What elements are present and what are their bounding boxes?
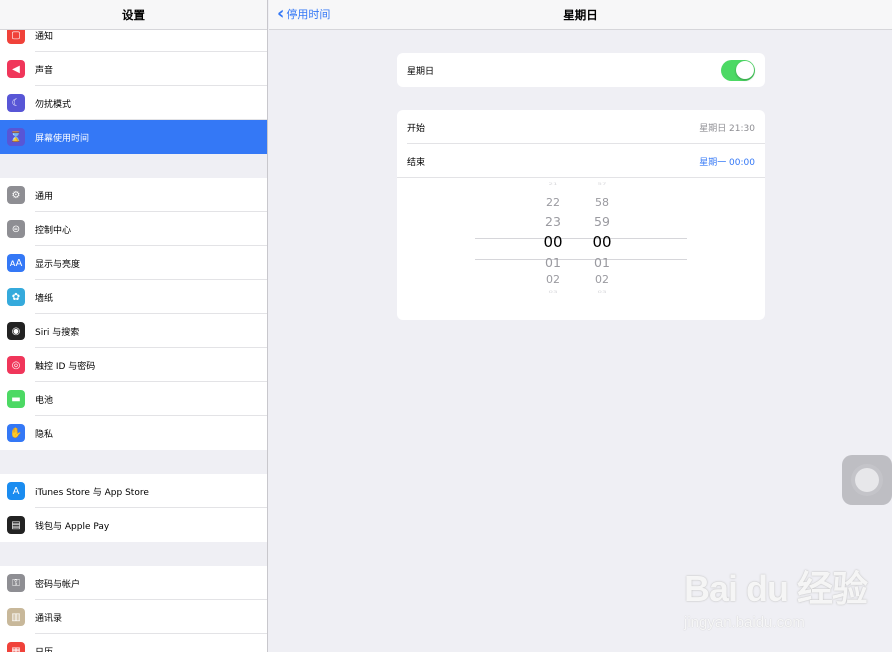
flower-icon: ✿: [7, 288, 25, 306]
app-store-icon: A: [7, 482, 25, 500]
day-toggle-switch[interactable]: [721, 59, 755, 81]
detail-header: ‹ 停用时间 星期日: [269, 0, 892, 30]
sidebar-item[interactable]: ⌛ 屏幕使用时间: [0, 120, 267, 154]
time-picker[interactable]: 21 22 23 00 01 02 03 57 58 59 00 01 02 03: [397, 182, 765, 314]
minute-option[interactable]: 58: [582, 196, 622, 209]
end-value: 星期一 00:00: [699, 157, 755, 168]
sidebar-item[interactable]: ◉ Siri 与搜索: [0, 314, 267, 348]
sidebar-item[interactable]: ⚿ 密码与帐户: [0, 566, 267, 600]
sidebar-item-label: Siri 与搜索: [35, 327, 80, 338]
minute-option[interactable]: 03: [582, 290, 622, 294]
sidebar-item-label: 电池: [35, 395, 54, 406]
sidebar-item[interactable]: ▬ 电池: [0, 382, 267, 416]
start-row[interactable]: 开始 星期日 21:30: [397, 110, 765, 144]
sidebar-item[interactable]: ✿ 墙纸: [0, 280, 267, 314]
sidebar-item[interactable]: ▥ 通讯录: [0, 600, 267, 634]
hour-option[interactable]: 23: [533, 214, 573, 229]
sidebar-item[interactable]: ⚙ 通用: [0, 178, 267, 212]
sidebar-item-label: 控制中心: [35, 225, 72, 236]
settings-group: AiTunes Store 与 App Store ▤ 钱包与 Apple Pay: [0, 474, 267, 542]
settings-group: ⚿ 密码与帐户 ▥ 通讯录 ▦ 日历: [0, 566, 267, 652]
hourglass-icon: ⌛: [7, 128, 25, 146]
sidebar-item-label: 密码与帐户: [35, 579, 81, 590]
day-toggle-label: 星期日: [407, 66, 435, 77]
sidebar-item[interactable]: ◀ 声音: [0, 52, 267, 86]
sidebar-header: 设置: [0, 0, 267, 30]
sidebar-item-label: 通讯录: [35, 613, 63, 624]
sidebar-item-label: 显示与亮度: [35, 259, 81, 270]
sidebar-item-label: iTunes Store 与 App Store: [35, 487, 149, 498]
minute-option[interactable]: 59: [582, 214, 622, 229]
battery-icon: ▬: [7, 390, 25, 408]
calendar-icon: ▦: [7, 642, 25, 652]
detail-pane: ‹ 停用时间 星期日 星期日 开始 星期日 21:30 结束 星期一 00:00…: [269, 0, 892, 652]
sidebar-item[interactable]: ▤ 钱包与 Apple Pay: [0, 508, 267, 542]
start-value: 星期日 21:30: [699, 123, 755, 134]
settings-sidebar: ▢ 通知 ◀ 声音 ☾ 勿扰模式 ⌛ 屏幕使用时间 ⚙ 通用 ⊜ 控制中心 ᴀA 显示与亮度 ✿ 墙纸 ◉ Sir…: [0, 0, 268, 652]
sidebar-item[interactable]: ▦ 日历: [0, 634, 267, 652]
sidebar-item-label: 勿扰模式: [35, 99, 72, 110]
minute-option[interactable]: 00: [582, 233, 622, 251]
settings-group: ▢ 通知 ◀ 声音 ☾ 勿扰模式 ⌛ 屏幕使用时间: [0, 18, 267, 154]
toggle-knob: [735, 61, 754, 79]
minute-option[interactable]: 57: [582, 182, 622, 186]
switches-icon: ⊜: [7, 220, 25, 238]
hour-option[interactable]: 21: [533, 182, 573, 186]
sidebar-title: 设置: [122, 7, 145, 22]
assistive-touch-icon: [855, 468, 879, 492]
end-row[interactable]: 结束 星期一 00:00: [397, 144, 765, 178]
sidebar-item[interactable]: ⊜ 控制中心: [0, 212, 267, 246]
fingerprint-icon: ◎: [7, 356, 25, 374]
siri-icon: ◉: [7, 322, 25, 340]
sidebar-item-label: 屏幕使用时间: [35, 133, 90, 144]
sidebar-item[interactable]: AiTunes Store 与 App Store: [0, 474, 267, 508]
picker-selection-band: [475, 238, 687, 260]
watermark-site: jingyan.baidu.com: [684, 614, 805, 631]
page-title: 星期日: [563, 8, 598, 22]
key-icon: ⚿: [7, 574, 25, 592]
contacts-icon: ▥: [7, 608, 25, 626]
sidebar-item-label: 触控 ID 与密码: [35, 361, 96, 372]
settings-list: ▢ 通知 ◀ 声音 ☾ 勿扰模式 ⌛ 屏幕使用时间 ⚙ 通用 ⊜ 控制中心 ᴀA 显示与亮度 ✿ 墙纸 ◉ Sir…: [0, 18, 267, 652]
sidebar-item[interactable]: ✋ 隐私: [0, 416, 267, 450]
minute-option[interactable]: 02: [582, 273, 622, 286]
sidebar-item-label: 钱包与 Apple Pay: [35, 521, 110, 532]
text-size-icon: ᴀA: [7, 254, 25, 272]
sidebar-item-label: 声音: [35, 65, 54, 76]
sidebar-item[interactable]: ☾ 勿扰模式: [0, 86, 267, 120]
speaker-icon: ◀: [7, 60, 25, 78]
sidebar-item-label: 隐私: [35, 429, 54, 440]
sidebar-item-label: 通知: [35, 31, 54, 42]
time-range-card: 开始 星期日 21:30 结束 星期一 00:00 21 22 23 00 01 02 03…: [397, 110, 765, 320]
day-toggle-card: 星期日: [397, 53, 765, 87]
sidebar-item-label: 通用: [35, 191, 54, 202]
hour-option[interactable]: 00: [533, 233, 573, 251]
watermark-brand: Bai du 经验: [684, 568, 868, 609]
day-toggle-row: 星期日: [397, 53, 765, 87]
hour-option[interactable]: 22: [533, 196, 573, 209]
gear-icon: ⚙: [7, 186, 25, 204]
watermark: Bai du 经验 jingyan.baidu.com: [684, 560, 884, 635]
sidebar-item-label: 墙纸: [35, 293, 54, 304]
sidebar-item[interactable]: ◎ 触控 ID 与密码: [0, 348, 267, 382]
hand-icon: ✋: [7, 424, 25, 442]
start-label: 开始: [407, 123, 426, 134]
hour-option[interactable]: 01: [533, 255, 573, 270]
end-label: 结束: [407, 157, 426, 168]
sidebar-item-label: 日历: [35, 645, 53, 652]
hour-option[interactable]: 02: [533, 273, 573, 286]
minute-option[interactable]: 01: [582, 255, 622, 270]
hour-option[interactable]: 03: [533, 290, 573, 294]
wallet-icon: ▤: [7, 516, 25, 534]
assistive-touch-button[interactable]: [842, 455, 892, 505]
moon-icon: ☾: [7, 94, 25, 112]
sidebar-item[interactable]: ᴀA 显示与亮度: [0, 246, 267, 280]
settings-group: ⚙ 通用 ⊜ 控制中心 ᴀA 显示与亮度 ✿ 墙纸 ◉ Siri 与搜索 ◎ 触控 ID 与密码 ▬ 电池…: [0, 178, 267, 450]
